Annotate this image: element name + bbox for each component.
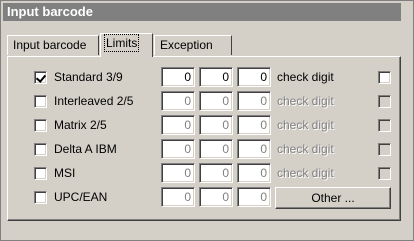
upc-ean-checkbox[interactable] — [34, 191, 47, 204]
standard-3-9-min-field[interactable] — [161, 67, 195, 87]
tab-input-barcode[interactable]: Input barcode — [7, 35, 99, 55]
standard-3-9-max-field[interactable] — [199, 67, 233, 87]
msi-label: MSI — [54, 166, 76, 180]
interleaved-2-5-checkbox[interactable] — [34, 95, 47, 108]
other-button[interactable]: Other ... — [275, 187, 391, 209]
standard-3-9-checkbox[interactable] — [34, 71, 47, 84]
msi-max-field[interactable] — [199, 163, 233, 183]
barcode-row-matrix-2-5: Matrix 2/5 check digit — [8, 115, 402, 135]
barcode-row-upc-ean: UPC/EAN Other ... — [8, 187, 402, 209]
tab-input-barcode-label: Input barcode — [13, 38, 87, 52]
standard-3-9-check-digit-checkbox[interactable] — [378, 71, 391, 84]
interleaved-2-5-length-field[interactable] — [237, 91, 271, 111]
tab-limits-label: Limits — [103, 34, 140, 52]
upc-ean-min-field[interactable] — [161, 187, 195, 207]
barcode-row-standard-3-9: Standard 3/9 check digit — [8, 67, 402, 87]
matrix-2-5-length-field[interactable] — [237, 115, 271, 135]
upc-ean-max-field[interactable] — [199, 187, 233, 207]
delta-a-ibm-check-digit-label: check digit — [277, 142, 334, 156]
msi-length-field[interactable] — [237, 163, 271, 183]
matrix-2-5-label: Matrix 2/5 — [54, 118, 107, 132]
barcode-row-interleaved-2-5: Interleaved 2/5 check digit — [8, 91, 402, 111]
interleaved-2-5-min-field[interactable] — [161, 91, 195, 111]
matrix-2-5-check-digit-label: check digit — [277, 118, 334, 132]
tab-limits[interactable]: Limits — [100, 33, 153, 57]
input-barcode-dialog: Input barcode Input barcode Limits Excep… — [0, 0, 414, 241]
interleaved-2-5-check-digit-label: check digit — [277, 94, 334, 108]
standard-3-9-length-field[interactable] — [237, 67, 271, 87]
upc-ean-label: UPC/EAN — [54, 190, 108, 204]
upc-ean-length-field[interactable] — [237, 187, 271, 207]
other-button-label: Other ... — [311, 191, 355, 205]
msi-check-digit-checkbox[interactable] — [378, 167, 391, 180]
matrix-2-5-check-digit-checkbox[interactable] — [378, 119, 391, 132]
delta-a-ibm-label: Delta A IBM — [54, 142, 117, 156]
standard-3-9-check-digit-label: check digit — [277, 70, 334, 84]
matrix-2-5-checkbox[interactable] — [34, 119, 47, 132]
delta-a-ibm-length-field[interactable] — [237, 139, 271, 159]
msi-min-field[interactable] — [161, 163, 195, 183]
delta-a-ibm-checkbox[interactable] — [34, 143, 47, 156]
delta-a-ibm-min-field[interactable] — [161, 139, 195, 159]
limits-panel: Standard 3/9 check digit Interleaved 2/5… — [7, 56, 401, 221]
interleaved-2-5-max-field[interactable] — [199, 91, 233, 111]
interleaved-2-5-label: Interleaved 2/5 — [54, 94, 134, 108]
tab-exception-label: Exception — [160, 38, 213, 52]
msi-check-digit-label: check digit — [277, 166, 334, 180]
tab-exception[interactable]: Exception — [154, 35, 232, 55]
msi-checkbox[interactable] — [34, 167, 47, 180]
matrix-2-5-min-field[interactable] — [161, 115, 195, 135]
standard-3-9-label: Standard 3/9 — [54, 70, 123, 84]
barcode-row-msi: MSI check digit — [8, 163, 402, 183]
interleaved-2-5-check-digit-checkbox[interactable] — [378, 95, 391, 108]
delta-a-ibm-check-digit-checkbox[interactable] — [378, 143, 391, 156]
barcode-row-delta-a-ibm: Delta A IBM check digit — [8, 139, 402, 159]
matrix-2-5-max-field[interactable] — [199, 115, 233, 135]
window-title: Input barcode — [3, 3, 401, 21]
delta-a-ibm-max-field[interactable] — [199, 139, 233, 159]
